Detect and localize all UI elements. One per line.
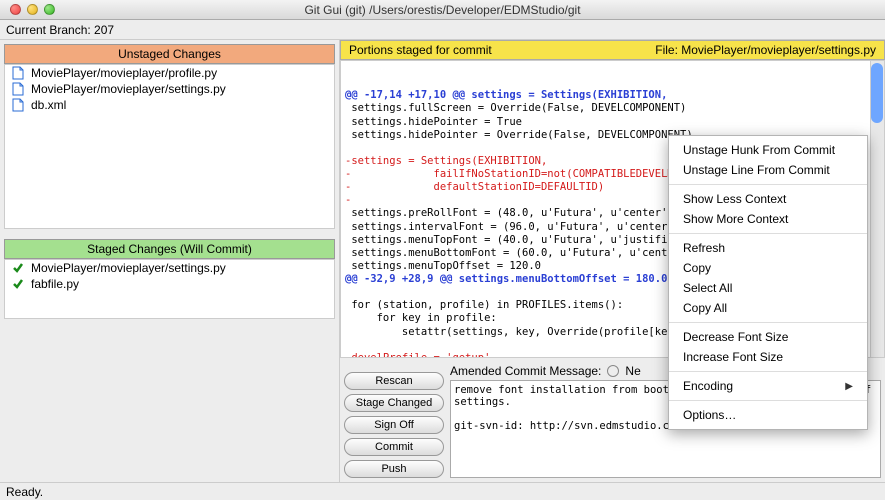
- stage-changed-button[interactable]: Stage Changed: [344, 394, 444, 412]
- diff-header: Portions staged for commit File: MoviePl…: [340, 40, 885, 60]
- status-text: Ready.: [6, 485, 43, 499]
- diff-line[interactable]: settings.hidePointer = True: [345, 116, 882, 129]
- status-bar: Ready.: [0, 482, 885, 500]
- list-item[interactable]: MoviePlayer/movieplayer/settings.py: [5, 81, 334, 97]
- menu-options[interactable]: Options…: [669, 405, 867, 425]
- portions-label: Portions staged for commit: [349, 43, 492, 57]
- list-item[interactable]: MoviePlayer/movieplayer/settings.py: [5, 260, 334, 276]
- file-path: MoviePlayer/movieplayer/settings.py: [31, 82, 226, 96]
- file-path: MoviePlayer/movieplayer/profile.py: [31, 66, 217, 80]
- menu-unstage-line[interactable]: Unstage Line From Commit: [669, 160, 867, 180]
- window-title: Git Gui (git) /Users/orestis/Developer/E…: [0, 3, 885, 17]
- menu-refresh[interactable]: Refresh: [669, 238, 867, 258]
- commit-button[interactable]: Commit: [344, 438, 444, 456]
- menu-separator: [669, 400, 867, 401]
- list-item[interactable]: fabfile.py: [5, 276, 334, 292]
- diff-line[interactable]: @@ -17,14 +17,10 @@ settings = Settings(…: [345, 89, 882, 102]
- unstaged-file-list[interactable]: MoviePlayer/movieplayer/profile.py Movie…: [4, 64, 335, 229]
- list-item[interactable]: db.xml: [5, 97, 334, 113]
- menu-encoding[interactable]: Encoding ▶: [669, 376, 867, 396]
- chevron-right-icon: ▶: [845, 381, 853, 392]
- scrollbar[interactable]: [870, 61, 884, 357]
- menu-show-more-context[interactable]: Show More Context: [669, 209, 867, 229]
- menu-select-all[interactable]: Select All: [669, 278, 867, 298]
- sign-off-button[interactable]: Sign Off: [344, 416, 444, 434]
- amend-radio-label: Ne: [625, 364, 640, 378]
- list-item[interactable]: MoviePlayer/movieplayer/profile.py: [5, 65, 334, 81]
- file-path: db.xml: [31, 98, 66, 112]
- staged-header: Staged Changes (Will Commit): [4, 239, 335, 259]
- file-modified-icon: [11, 66, 25, 80]
- file-path: MoviePlayer/movieplayer/settings.py: [31, 261, 226, 275]
- staged-file-list[interactable]: MoviePlayer/movieplayer/settings.py fabf…: [4, 259, 335, 319]
- push-button[interactable]: Push: [344, 460, 444, 478]
- context-menu: Unstage Hunk From Commit Unstage Line Fr…: [668, 135, 868, 430]
- menu-separator: [669, 233, 867, 234]
- menu-copy-all[interactable]: Copy All: [669, 298, 867, 318]
- menu-separator: [669, 322, 867, 323]
- file-staged-icon: [11, 261, 25, 275]
- file-staged-icon: [11, 277, 25, 291]
- menu-decrease-font[interactable]: Decrease Font Size: [669, 327, 867, 347]
- amend-radio[interactable]: [607, 365, 619, 377]
- menu-unstage-hunk[interactable]: Unstage Hunk From Commit: [669, 140, 867, 160]
- branch-bar: Current Branch: 207: [0, 20, 885, 40]
- menu-separator: [669, 184, 867, 185]
- file-modified-icon: [11, 98, 25, 112]
- menu-separator: [669, 371, 867, 372]
- unstaged-header: Unstaged Changes: [4, 44, 335, 64]
- menu-show-less-context[interactable]: Show Less Context: [669, 189, 867, 209]
- scrollbar-thumb[interactable]: [871, 63, 883, 123]
- menu-copy[interactable]: Copy: [669, 258, 867, 278]
- titlebar: Git Gui (git) /Users/orestis/Developer/E…: [0, 0, 885, 20]
- rescan-button[interactable]: Rescan: [344, 372, 444, 390]
- file-modified-icon: [11, 82, 25, 96]
- menu-encoding-label: Encoding: [683, 379, 733, 393]
- file-path: fabfile.py: [31, 277, 79, 291]
- amend-label: Amended Commit Message:: [450, 364, 601, 378]
- diff-file-label: File: MoviePlayer/movieplayer/settings.p…: [655, 43, 876, 57]
- current-branch-label: Current Branch: 207: [6, 23, 114, 37]
- diff-line[interactable]: settings.fullScreen = Override(False, DE…: [345, 102, 882, 115]
- menu-increase-font[interactable]: Increase Font Size: [669, 347, 867, 367]
